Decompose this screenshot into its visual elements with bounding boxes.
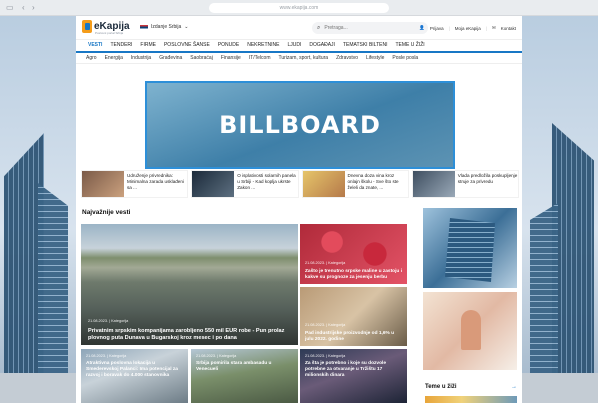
category-item[interactable]: Građevina [155,55,186,61]
news-image [81,224,298,345]
search-input[interactable] [324,25,415,31]
logo-word: eKapija [94,20,130,32]
my-ekapija-link[interactable]: Moja eKapija [455,26,481,31]
page: eKapija Poslovni portal Srbija Izdanje S… [76,16,522,403]
nav-item-tenderi[interactable]: TENDERI [106,42,136,51]
billboard-ad[interactable]: BILLBOARD [145,81,455,169]
news-meta: 21.08.2023. | Kategorija [86,354,127,358]
address-bar[interactable]: www.ekapija.com [209,3,389,13]
category-item[interactable]: Finansije [217,55,245,61]
ticker-item[interactable]: O isplativosti solarnih panela u Srbiji … [191,170,299,198]
search-icon: ⌕ [317,24,321,31]
divider: | [485,25,487,31]
ground [0,373,76,403]
ticker-text: Vlada predložila poskupljenje struje za … [457,173,518,184]
nav-item-firme[interactable]: FIRME [136,42,160,51]
category-item[interactable]: Energija [101,55,127,61]
news-meta: 21.08.2023. | Kategorija [305,354,346,358]
sidebar-toggle-icon[interactable]: ▭ [6,3,14,13]
header-tools: 👤 Prijava | Moja eKapija | ✉ Kontakt [419,25,516,31]
category-item[interactable]: Posle posla [388,55,422,61]
teme-u-zizi-header[interactable]: Teme u žiži → [425,384,517,390]
news-card[interactable]: 21.08.2023. | Kategorija Srbija pomirila… [191,349,298,403]
serbia-flag-icon [140,24,148,30]
nav-item-teme-u-zizi[interactable]: TEME U ŽIŽI [391,42,428,51]
category-item[interactable]: Saobraćaj [186,55,217,61]
ticker-text: Udruženje privrednika: Minimalna zarada … [127,173,184,190]
nav-item-ponude[interactable]: PONUDE [214,42,243,51]
back-icon[interactable]: ‹ [22,3,25,13]
building-image [38,183,68,373]
search-box[interactable]: ⌕ [312,22,428,34]
news-meta: 21.08.2023. | Kategorija [305,261,346,265]
news-ticker: Udruženje privrednika: Minimalna zarada … [81,170,519,198]
news-title[interactable]: Zašto je trenutno srpske maline u zastoj… [305,269,403,281]
ticker-text: Dnevna doza vina kroz onlajn školu - Sve… [347,173,399,190]
ground [522,373,598,403]
country-select[interactable]: Izdanje Srbija ⌄ [140,24,189,30]
ticker-text: O isplativosti solarnih panela u Srbiji … [237,173,296,190]
site-header: eKapija Poslovni portal Srbija Izdanje S… [76,16,522,40]
main-nav: VESTI TENDERI FIRME POSLOVNE ŠANSE PONUD… [76,40,522,53]
ticker-item[interactable]: Udruženje privrednika: Minimalna zarada … [81,170,189,198]
logo-tagline: Poslovni portal Srbija [95,31,124,35]
category-item[interactable]: IT/Telcom [245,55,275,61]
contact-link[interactable]: Kontakt [501,26,516,31]
building-image [552,123,594,373]
divider: | [448,25,450,31]
browser-chrome: ▭ ‹ › www.ekapija.com [0,0,598,16]
news-card[interactable]: 21.08.2023. | Kategorija Atraktivna posl… [81,349,188,403]
category-item[interactable]: Lifestyle [362,55,388,61]
nav-item-dogadjaji[interactable]: DOGAĐAJI [305,42,339,51]
news-title[interactable]: Srbija pomirila stara ambasadu u Venecue… [196,361,294,373]
sidebar-ad-office[interactable] [423,292,517,370]
news-title[interactable]: Za šta je potrebno i koje su dozvole pot… [305,361,403,379]
ticker-item[interactable]: Dnevna doza vina kroz onlajn školu - Sve… [301,170,409,198]
news-title[interactable]: Privatnim srpskim kompanijama zarobljeno… [88,328,288,341]
teme-thumbnail-strip[interactable] [425,396,517,403]
news-title[interactable]: Pad industrijske proizvodnje od 1,6% u j… [305,331,403,343]
country-label: Izdanje Srbija [151,24,182,30]
billboard-label: BILLBOARD [219,111,381,139]
user-icon: 👤 [419,25,425,30]
news-card[interactable]: 21.08.2023. | Kategorija Za šta je potre… [300,349,407,403]
sidebar-ad-building[interactable] [423,208,517,288]
ticker-thumbnail [82,171,124,197]
category-nav: Agro Energija Industrija Građevina Saobr… [76,53,522,64]
ticker-thumbnail [412,171,455,197]
teme-title: Teme u žiži [425,384,457,390]
background-right [522,16,598,403]
ticker-thumbnail [192,171,235,197]
news-meta: 21.08.2023. | Kategorija [305,323,346,327]
nav-item-tematski-bilteni[interactable]: TEMATSKI BILTENI [339,42,392,51]
building-image [530,203,558,373]
arrow-right-icon[interactable]: → [511,384,517,390]
mail-icon: ✉ [491,25,496,30]
login-link[interactable]: Prijava [430,26,444,31]
news-card-main[interactable]: 21.08.2023. | Kategorija Privatnim srpsk… [81,224,298,345]
site-logo[interactable]: eKapija Poslovni portal Srbija [82,20,130,35]
category-item[interactable]: Turizam, sport, kultura [275,55,333,61]
ticker-item[interactable]: Vlada predložila poskupljenje struje za … [411,170,519,198]
news-card[interactable]: 21.08.2023. | Kategorija Zašto je trenut… [300,224,407,284]
news-title[interactable]: Atraktivna poslovna lokacija u Smederevs… [86,361,184,379]
forward-icon[interactable]: › [32,3,35,13]
background-left [0,16,76,403]
nav-item-poslovne-sanse[interactable]: POSLOVNE ŠANSE [160,42,214,51]
nav-item-nekretnine[interactable]: NEKRETNINE [243,42,283,51]
category-item[interactable]: Industrija [127,55,155,61]
news-card[interactable]: 21.08.2023. | Kategorija Pad industrijsk… [300,287,407,346]
nav-item-vesti[interactable]: VESTI [84,42,106,51]
chevron-down-icon: ⌄ [184,24,189,30]
ticker-thumbnail [302,171,345,197]
news-meta: 21.08.2023. | Kategorija [88,319,129,323]
nav-item-ljudi[interactable]: LJUDI [283,42,305,51]
news-meta: 21.08.2023. | Kategorija [196,354,237,358]
section-title: Najvažnije vesti [82,209,131,216]
category-item[interactable]: Zdravstvo [332,55,362,61]
logo-icon [82,20,92,33]
category-item[interactable]: Agro [82,55,101,61]
